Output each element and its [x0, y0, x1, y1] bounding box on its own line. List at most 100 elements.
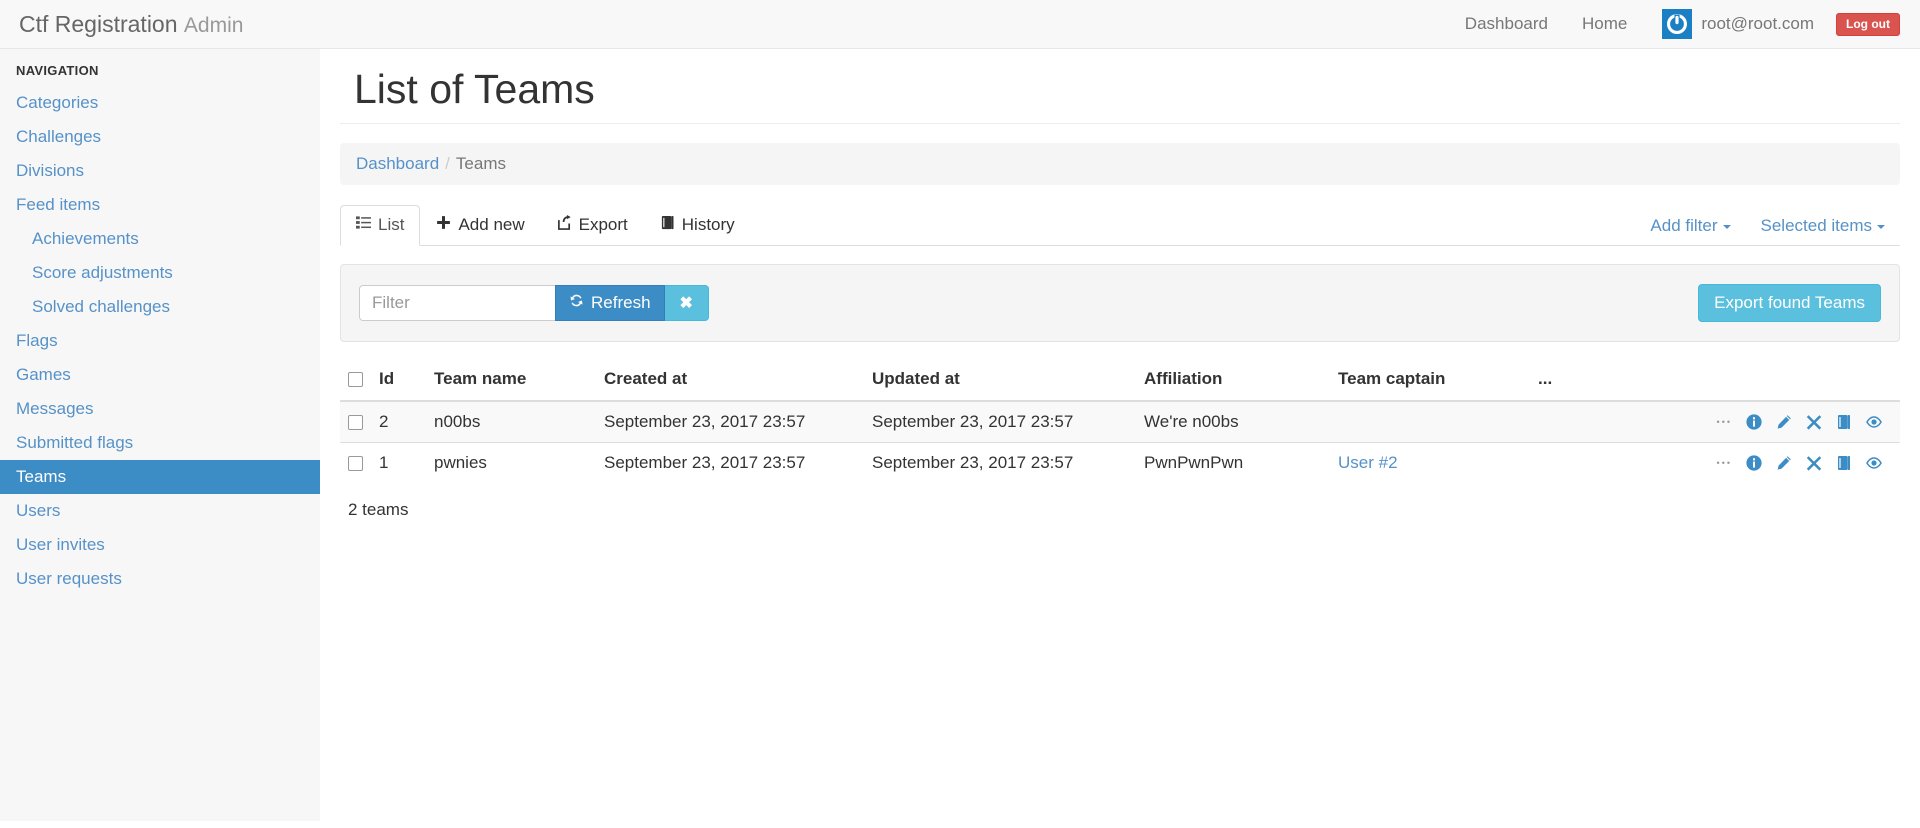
sidebar-item-categories[interactable]: Categories — [0, 86, 320, 120]
cell-team-name: pwnies — [426, 442, 596, 484]
nav-link-home[interactable]: Home — [1565, 14, 1644, 34]
header-actions: ... — [1530, 360, 1900, 403]
sidebar-item-teams[interactable]: Teams — [0, 460, 320, 494]
brand-title[interactable]: Ctf Registration Admin — [19, 11, 243, 38]
row-checkbox[interactable] — [348, 456, 363, 472]
main-content: List of Teams Dashboard / Teams List Add… — [320, 49, 1920, 828]
sidebar-item-messages[interactable]: Messages — [0, 392, 320, 426]
sidebar-item-user-invites[interactable]: User invites — [0, 528, 320, 562]
table-row[interactable]: 2 n00bs September 23, 2017 23:57 September … — [340, 400, 1900, 443]
header-team-captain[interactable]: Team captain — [1330, 360, 1530, 403]
cell-id: 1 — [371, 442, 426, 484]
refresh-button[interactable]: Refresh — [555, 285, 665, 322]
sidebar-item-flags[interactable]: Flags — [0, 324, 320, 358]
table-header-row: Id Team name Created at Updated at Affil… — [340, 360, 1900, 403]
eye-icon[interactable] — [1866, 414, 1882, 430]
sidebar-item-score-adjustments[interactable]: Score adjustments — [0, 256, 320, 290]
export-found-teams-button[interactable]: Export found Teams — [1698, 284, 1881, 323]
header-id[interactable]: Id — [371, 360, 426, 403]
pencil-icon[interactable] — [1776, 455, 1792, 471]
ellipsis-icon[interactable]: ••• — [1717, 417, 1732, 427]
clear-filter-button[interactable]: ✖ — [664, 285, 709, 322]
tab-list[interactable]: List — [340, 205, 421, 247]
sidebar-item-games[interactable]: Games — [0, 358, 320, 392]
breadcrumb-separator: / — [445, 154, 450, 174]
tab-export[interactable]: Export — [541, 205, 644, 246]
sidebar-item-label: Achievements — [32, 229, 139, 248]
refresh-icon — [569, 293, 584, 313]
breadcrumb-dashboard[interactable]: Dashboard — [356, 154, 439, 173]
row-checkbox[interactable] — [348, 415, 363, 431]
row-action-group: ••• — [1538, 455, 1892, 471]
delete-icon[interactable] — [1806, 414, 1822, 430]
cell-affiliation: PwnPwnPwn — [1136, 442, 1330, 484]
tab-history-label: History — [681, 215, 735, 235]
tab-history[interactable]: History — [644, 205, 751, 246]
chevron-down-icon — [1722, 224, 1731, 229]
sidebar-item-user-requests[interactable]: User requests — [0, 562, 320, 596]
close-icon: ✖ — [679, 295, 693, 313]
sidebar-item-challenges[interactable]: Challenges — [0, 120, 320, 154]
header-affiliation[interactable]: Affiliation — [1136, 360, 1330, 403]
pencil-icon[interactable] — [1776, 414, 1792, 430]
sidebar-item-list: Categories Challenges Divisions Feed items A… — [0, 86, 320, 596]
team-captain-link[interactable]: User #2 — [1338, 453, 1398, 472]
row-select-cell — [340, 442, 371, 484]
refresh-label: Refresh — [591, 293, 651, 313]
sidebar-item-achievements[interactable]: Achievements — [0, 222, 320, 256]
nav-link-dashboard[interactable]: Dashboard — [1448, 14, 1565, 34]
ellipsis-icon[interactable]: ••• — [1717, 458, 1732, 468]
header-created-at[interactable]: Created at — [596, 360, 864, 403]
cell-updated-at: September 23, 2017 23:57 — [864, 400, 1136, 443]
page-title: List of Teams — [354, 66, 595, 112]
plus-icon — [436, 215, 451, 235]
cell-team-captain: User #2 — [1330, 442, 1530, 484]
book-icon[interactable] — [1836, 455, 1852, 471]
table-body: 2 n00bs September 23, 2017 23:57 September … — [340, 400, 1900, 484]
sidebar-item-submitted-flags[interactable]: Submitted flags — [0, 426, 320, 460]
cell-updated-at: September 23, 2017 23:57 — [864, 442, 1136, 484]
sidebar-item-feed-items[interactable]: Feed items — [0, 188, 320, 222]
brand-sub: Admin — [183, 13, 244, 37]
tab-add-new[interactable]: Add new — [420, 205, 540, 246]
select-all-checkbox[interactable] — [348, 372, 363, 388]
tab-add-new-label: Add new — [458, 215, 525, 235]
brand-main: Ctf Registration — [19, 10, 178, 37]
sidebar-item-users[interactable]: Users — [0, 494, 320, 528]
chevron-down-icon — [1877, 224, 1885, 229]
filter-input-group: Refresh ✖ — [359, 285, 709, 322]
user-account-block[interactable]: root@root.com — [1644, 9, 1814, 39]
action-tabs: List Add new Export History Add filter S… — [340, 205, 1901, 247]
info-icon[interactable] — [1746, 455, 1762, 471]
header-team-name[interactable]: Team name — [426, 360, 596, 403]
teams-table: Id Team name Created at Updated at Affil… — [340, 360, 1900, 484]
eye-icon[interactable] — [1866, 455, 1882, 471]
sidebar-item-label: User requests — [16, 569, 122, 588]
sidebar-header: NAVIGATION — [16, 63, 99, 78]
export-icon — [557, 215, 572, 235]
sidebar-item-label: Score adjustments — [32, 263, 173, 282]
info-icon[interactable] — [1746, 414, 1762, 430]
add-filter-label: Add filter — [1650, 216, 1718, 236]
navbar-right-group: Dashboard Home root@root.com Log out — [1448, 9, 1900, 39]
breadcrumb: Dashboard / Teams — [340, 143, 1900, 186]
row-action-group: ••• — [1538, 414, 1892, 430]
sidebar-item-label: Solved challenges — [32, 297, 170, 316]
table-row[interactable]: 1 pwnies September 23, 2017 23:57 September… — [340, 442, 1900, 484]
delete-icon[interactable] — [1806, 455, 1822, 471]
add-filter-dropdown[interactable]: Add filter — [1635, 207, 1745, 246]
header-updated-at[interactable]: Updated at — [864, 360, 1136, 403]
filter-panel: Refresh ✖ Export found Teams — [340, 264, 1900, 343]
title-divider — [340, 123, 1900, 125]
logout-button[interactable]: Log out — [1836, 12, 1900, 36]
sidebar-item-label: User invites — [16, 535, 105, 554]
cell-affiliation: We're n00bs — [1136, 400, 1330, 443]
selected-items-dropdown[interactable]: Selected items — [1746, 207, 1901, 246]
sidebar-item-label: Submitted flags — [16, 433, 134, 452]
cell-actions: ••• — [1530, 442, 1900, 484]
filter-input[interactable] — [359, 285, 555, 322]
sidebar-item-solved-challenges[interactable]: Solved challenges — [0, 290, 320, 324]
list-icon — [356, 215, 371, 235]
sidebar-item-divisions[interactable]: Divisions — [0, 154, 320, 188]
book-icon[interactable] — [1836, 414, 1852, 430]
